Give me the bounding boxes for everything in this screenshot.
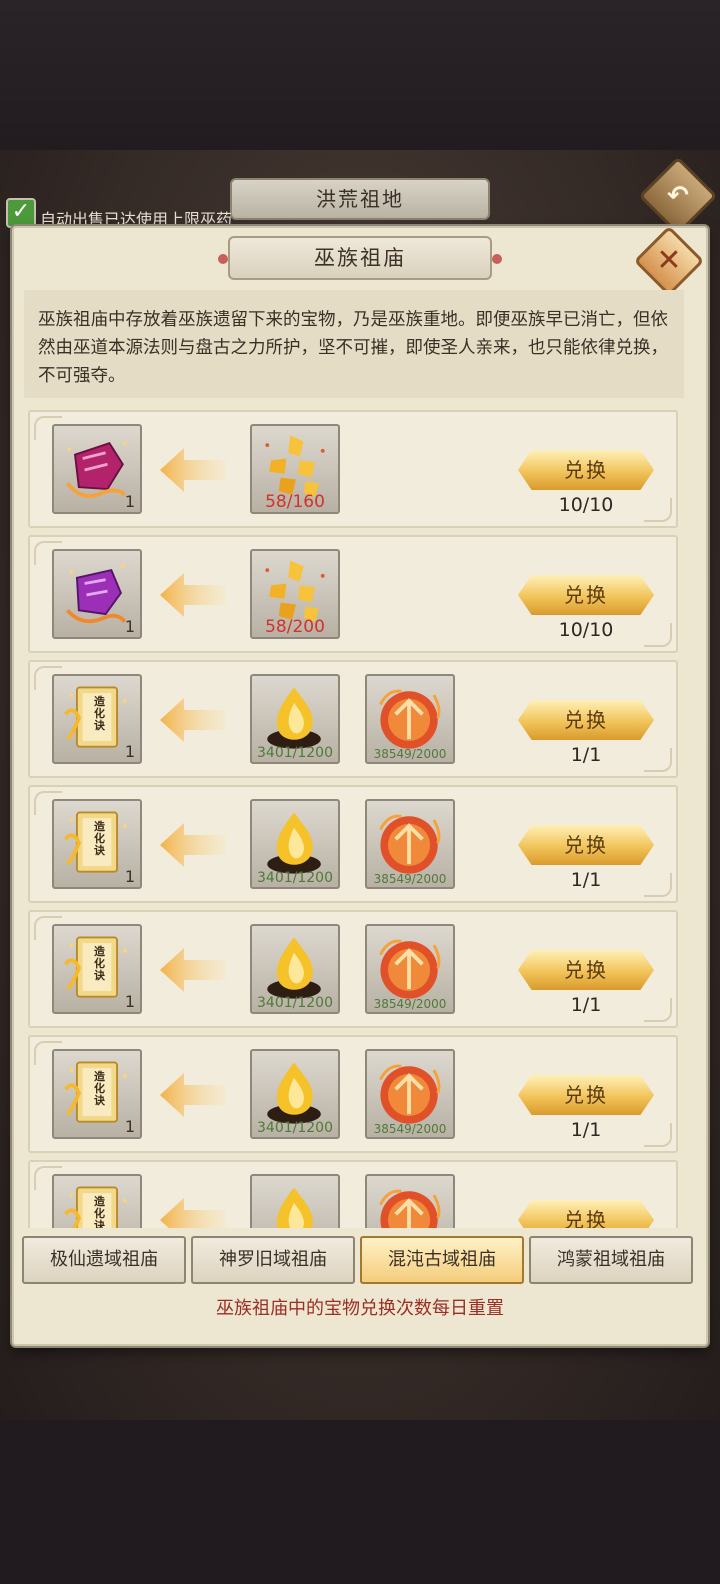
reward-slot[interactable]: 1: [52, 549, 142, 639]
arrow-left-icon: [158, 821, 228, 869]
auto-sell-checkbox[interactable]: ✓: [6, 198, 36, 228]
exchange-button[interactable]: 兑换: [518, 825, 654, 865]
cost-requirement: 38549/2000: [373, 872, 447, 886]
panel-title: 巫族祖庙: [218, 236, 502, 280]
arrow-left-icon: [158, 1196, 228, 1228]
cost-requirement: 38549/2000: [373, 1122, 447, 1136]
reward-slot[interactable]: 造化诀 1: [52, 674, 142, 764]
temple-tab[interactable]: 神罗旧域祖庙: [191, 1236, 355, 1284]
exchange-limit: 10/10: [558, 619, 614, 641]
reward-slot[interactable]: 1: [52, 424, 142, 514]
reset-note: 巫族祖庙中的宝物兑换次数每日重置: [216, 1298, 504, 1319]
cost-slot[interactable]: 3401/1200: [250, 924, 340, 1014]
reward-count: 1: [124, 992, 135, 1011]
arrow-left-icon: [158, 696, 228, 744]
exchange-limit: 1/1: [570, 869, 602, 891]
reward-slot[interactable]: 造化诀 1: [52, 799, 142, 889]
scroll-title: 造化诀: [94, 820, 105, 857]
exchange-button-label: 兑换: [564, 708, 608, 732]
golden-flame-icon: [252, 1176, 338, 1228]
exchange-limit: 1/1: [570, 1119, 602, 1141]
cost-slot[interactable]: 38549/2000: [365, 1049, 455, 1139]
exchange-row: 1 58/200 兑换 10/10: [28, 535, 678, 653]
reward-count: 1: [124, 1117, 135, 1136]
fire-orb-icon: [367, 1176, 453, 1228]
cost-slot[interactable]: 38549/2000: [365, 674, 455, 764]
exchange-list[interactable]: 1 58/160 兑换 10/10 1 58/200 兑换 10/10 造化诀 1 340…: [28, 410, 680, 1228]
underlying-window-title: 洪荒祖地: [230, 178, 490, 220]
exchange-button-label: 兑换: [564, 1083, 608, 1107]
cost-slot[interactable]: 38549/2000: [365, 924, 455, 1014]
temple-tabs: 极仙遗域祖庙 神罗旧域祖庙 混沌古域祖庙 鸿蒙祖域祖庙: [22, 1236, 698, 1284]
cost-requirement: 3401/1200: [257, 995, 333, 1011]
exchange-row: 1 58/160 兑换 10/10: [28, 410, 678, 528]
exchange-row: 造化诀 兑换: [28, 1160, 678, 1228]
exchange-button[interactable]: 兑换: [518, 450, 654, 490]
arrow-left-icon: [158, 446, 228, 494]
cost-requirement: 3401/1200: [257, 1120, 333, 1136]
top-letterbox: [0, 0, 720, 150]
exchange-limit: 10/10: [558, 494, 614, 516]
temple-tab[interactable]: 极仙遗域祖庙: [22, 1236, 186, 1284]
cost-slot[interactable]: [365, 1174, 455, 1228]
reward-slot[interactable]: 造化诀 1: [52, 1049, 142, 1139]
exchange-limit: 1/1: [570, 994, 602, 1016]
cost-requirement: 3401/1200: [257, 870, 333, 886]
scroll-title: 造化诀: [94, 695, 105, 732]
exchange-limit: 1/1: [570, 744, 602, 766]
exchange-row: 造化诀 1 3401/1200 38549/2000 兑换 1/1: [28, 785, 678, 903]
arrow-left-icon: [158, 1071, 228, 1119]
arrow-left-icon: [158, 946, 228, 994]
exchange-button-label: 兑换: [564, 458, 608, 482]
cost-slot[interactable]: [250, 1174, 340, 1228]
reward-count: 1: [124, 742, 135, 761]
cost-requirement: 58/200: [265, 617, 325, 637]
reward-count: 1: [124, 867, 135, 886]
exchange-button[interactable]: 兑换: [518, 700, 654, 740]
arrow-left-icon: [158, 571, 228, 619]
scroll-title: 造化诀: [94, 1070, 105, 1107]
exchange-button[interactable]: 兑换: [518, 575, 654, 615]
scroll-title: 造化诀: [94, 1195, 105, 1229]
cost-slot[interactable]: 38549/2000: [365, 799, 455, 889]
reward-slot[interactable]: 造化诀 1: [52, 924, 142, 1014]
scroll-title: 造化诀: [94, 945, 105, 982]
cost-requirement: 38549/2000: [373, 997, 447, 1011]
reward-count: 1: [124, 617, 135, 636]
cost-slot[interactable]: 3401/1200: [250, 1049, 340, 1139]
cost-requirement: 58/160: [265, 492, 325, 512]
reward-count: 1: [124, 492, 135, 511]
exchange-button-label: 兑换: [564, 833, 608, 857]
exchange-button-label: 兑换: [564, 1208, 608, 1228]
exchange-row: 造化诀 1 3401/1200 38549/2000 兑换 1/1: [28, 1035, 678, 1153]
close-icon: ✕: [656, 243, 682, 278]
cost-requirement: 38549/2000: [373, 747, 447, 761]
cost-slot[interactable]: 3401/1200: [250, 674, 340, 764]
cost-requirement: 3401/1200: [257, 745, 333, 761]
exchange-button[interactable]: 兑换: [518, 1200, 654, 1228]
temple-tab[interactable]: 鸿蒙祖域祖庙: [529, 1236, 693, 1284]
exchange-button-label: 兑换: [564, 958, 608, 982]
panel-description: 巫族祖庙中存放着巫族遗留下来的宝物，乃是巫族重地。即便巫族早已消亡，但依然由巫道…: [24, 290, 684, 398]
exchange-button[interactable]: 兑换: [518, 1075, 654, 1115]
cost-slot[interactable]: 58/200: [250, 549, 340, 639]
exchange-row: 造化诀 1 3401/1200 38549/2000 兑换 1/1: [28, 910, 678, 1028]
cost-slot[interactable]: 3401/1200: [250, 799, 340, 889]
bottom-letterbox: [0, 1420, 720, 1584]
back-arrow-icon: ↶: [667, 181, 689, 211]
exchange-button[interactable]: 兑换: [518, 950, 654, 990]
exchange-row: 造化诀 1 3401/1200 38549/2000 兑换 1/1: [28, 660, 678, 778]
temple-tab[interactable]: 混沌古域祖庙: [360, 1236, 524, 1284]
cost-slot[interactable]: 58/160: [250, 424, 340, 514]
exchange-button-label: 兑换: [564, 583, 608, 607]
reward-slot[interactable]: 造化诀: [52, 1174, 142, 1228]
